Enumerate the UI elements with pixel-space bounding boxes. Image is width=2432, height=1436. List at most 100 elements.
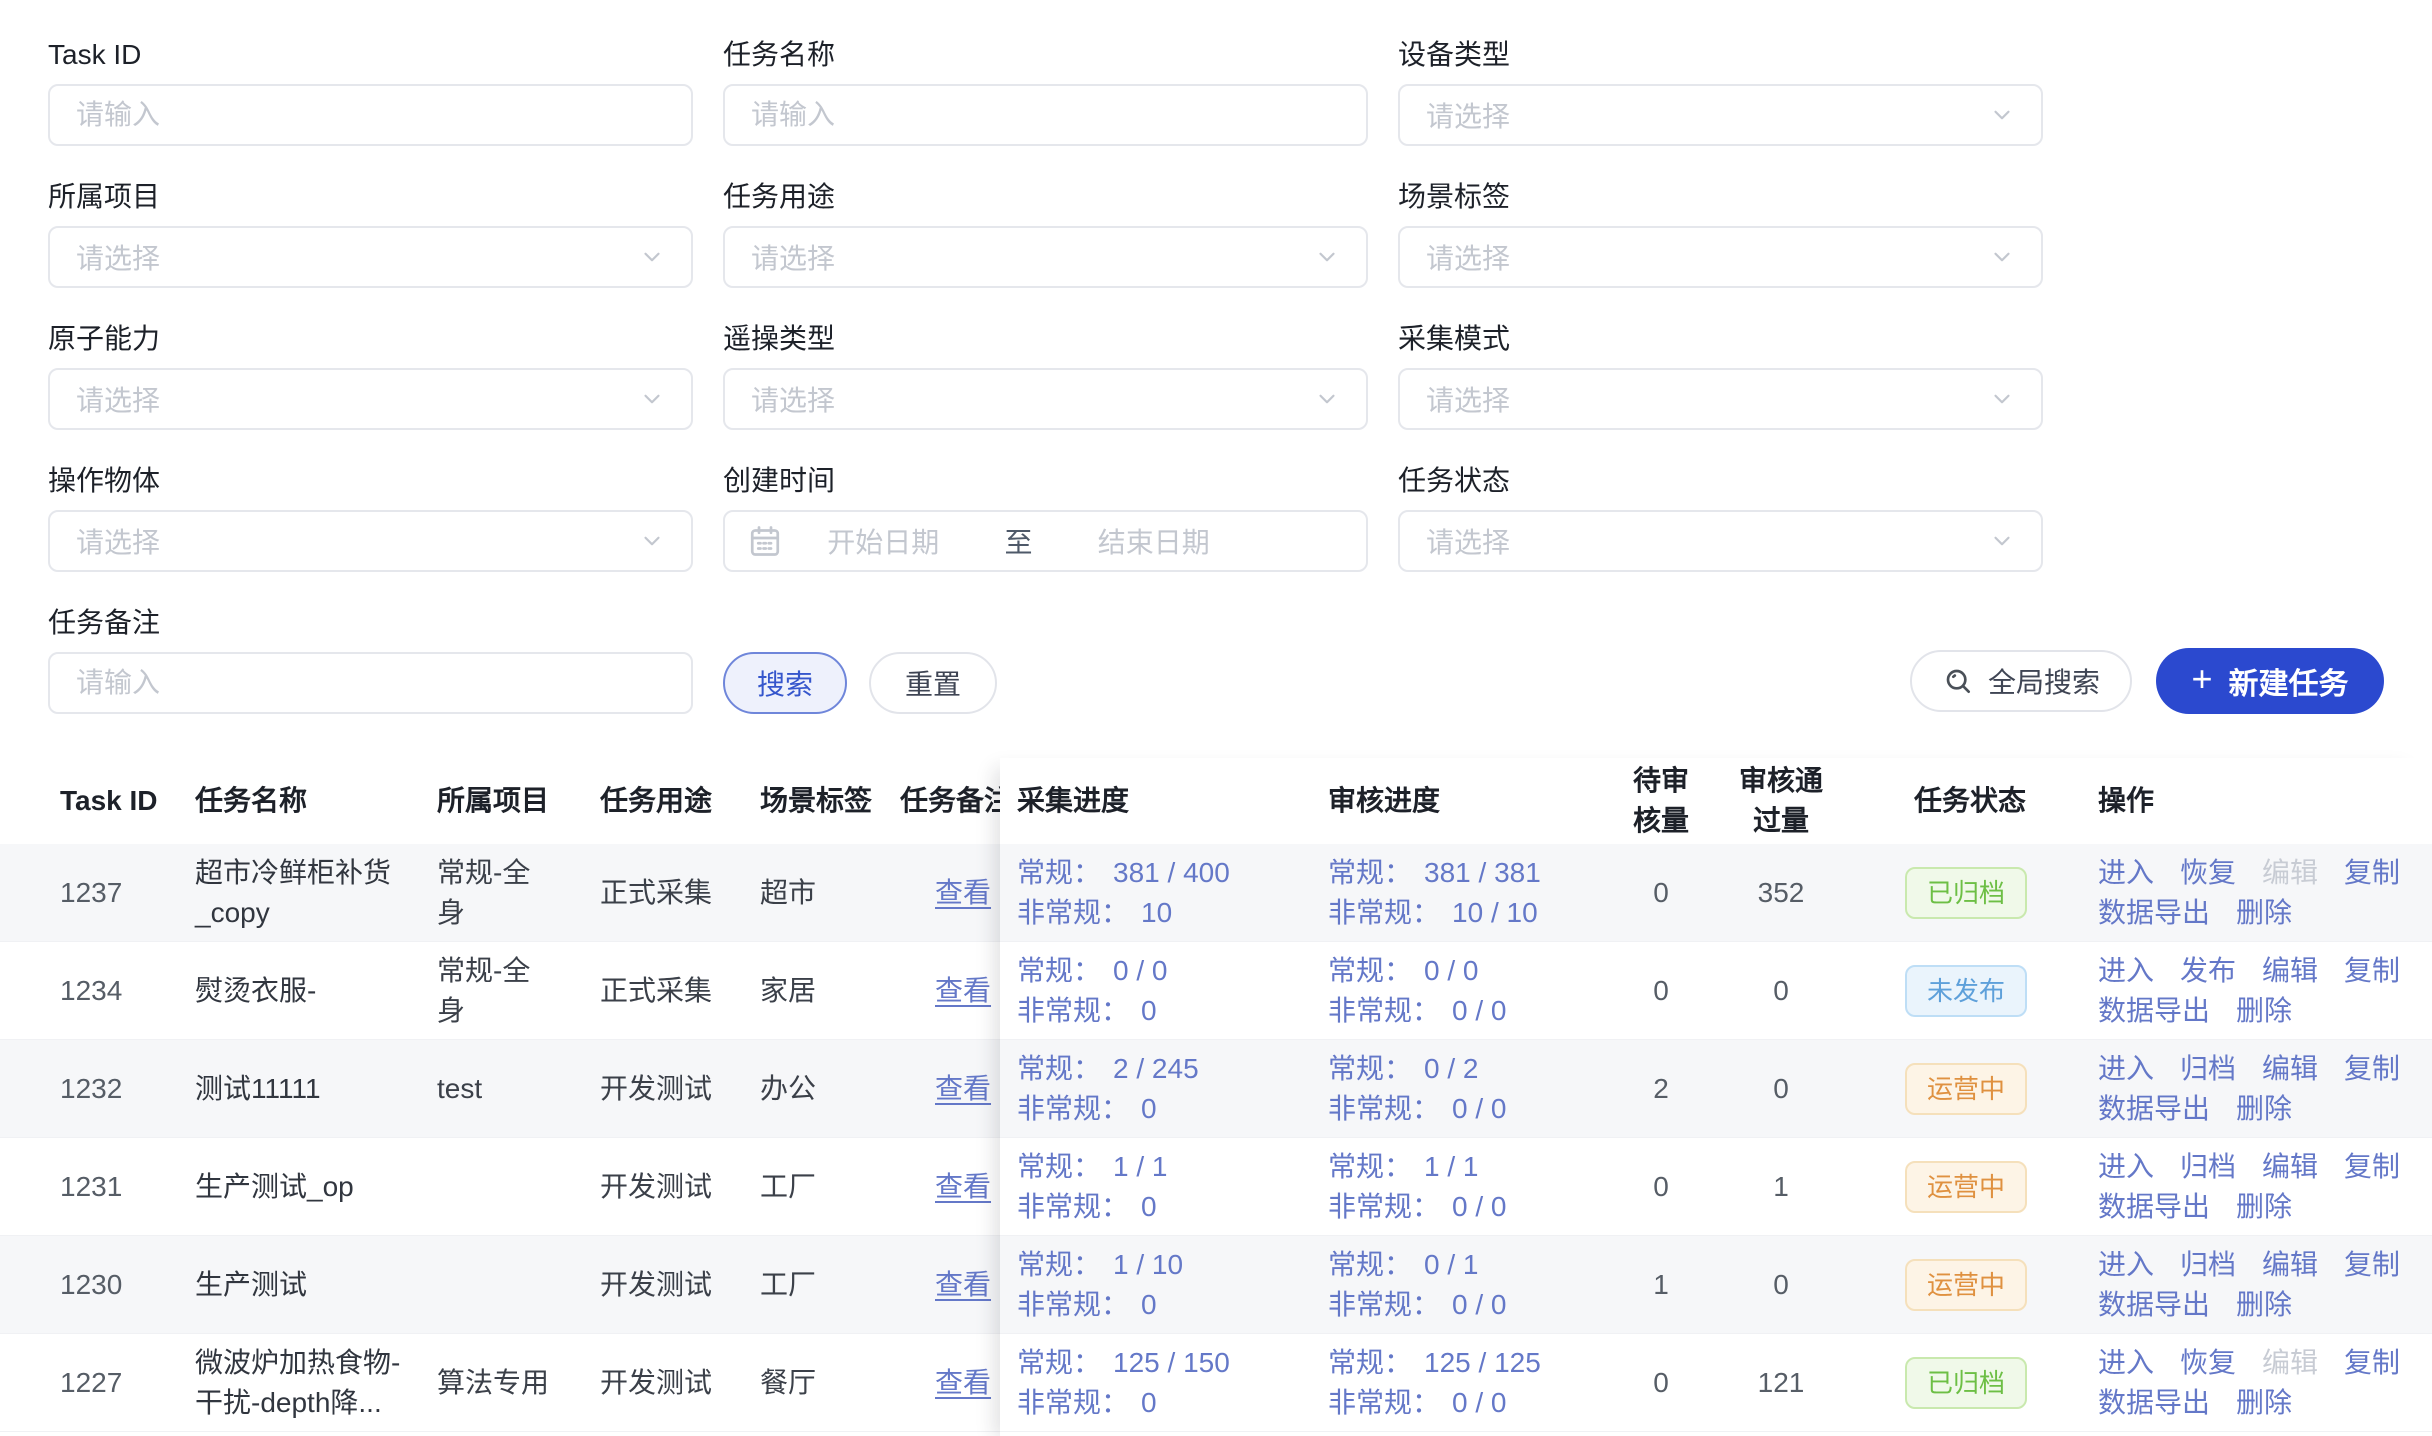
op-edit: 编辑 xyxy=(2262,853,2318,893)
op-restore[interactable]: 恢复 xyxy=(2180,853,2236,893)
header-task-id: Task ID xyxy=(60,781,190,821)
op-export[interactable]: 数据导出 xyxy=(2098,1187,2210,1227)
cell-operations: 进入 恢复 编辑 复制 数据导出 删除 xyxy=(2098,1343,2418,1423)
purpose-select[interactable]: 请选择 xyxy=(723,226,1368,288)
op-delete[interactable]: 删除 xyxy=(2236,1187,2292,1227)
op-copy[interactable]: 复制 xyxy=(2344,951,2400,991)
op-delete[interactable]: 删除 xyxy=(2236,893,2292,933)
cell-operations: 进入 归档 编辑 复制 数据导出 删除 xyxy=(2098,1245,2418,1325)
date-range-separator: 至 xyxy=(984,521,1054,561)
filter-object-label: 操作物体 xyxy=(48,466,693,496)
global-search-button[interactable]: 全局搜索 xyxy=(1910,650,2132,712)
chevron-down-icon xyxy=(1989,528,2015,554)
op-copy[interactable]: 复制 xyxy=(2344,1147,2400,1187)
op-enter[interactable]: 进入 xyxy=(2098,951,2154,991)
header-name: 任务名称 xyxy=(195,781,407,821)
cell-project: 算法专用 xyxy=(437,1363,555,1403)
task-table: Task ID 任务名称 所属项目 任务用途 场景标签 任务备注 1237 超市… xyxy=(0,758,2432,1436)
op-publish[interactable]: 发布 xyxy=(2180,951,2236,991)
cell-collect-progress: 常规：125 / 150 非常规：0 xyxy=(1017,1343,1317,1423)
filter-collect-mode: 采集模式 请选择 xyxy=(1398,324,2043,430)
project-select[interactable]: 请选择 xyxy=(48,226,693,288)
view-remark-link[interactable]: 查看 xyxy=(935,1171,991,1202)
device-type-select[interactable]: 请选择 xyxy=(1398,84,2043,146)
cell-purpose: 开发测试 xyxy=(600,1265,750,1305)
cell-approved-count: 352 xyxy=(1716,873,1846,913)
table-row: 常规：2 / 245 非常规：0 常规：0 / 2 非常规：0 / 0 2 0 … xyxy=(1000,1040,2432,1138)
op-edit: 编辑 xyxy=(2262,1343,2318,1383)
remark-input[interactable] xyxy=(48,652,693,714)
op-export[interactable]: 数据导出 xyxy=(2098,893,2210,933)
search-button[interactable]: 搜索 xyxy=(723,652,847,714)
op-enter[interactable]: 进入 xyxy=(2098,853,2154,893)
op-edit[interactable]: 编辑 xyxy=(2262,1049,2318,1089)
task-status-select[interactable]: 请选择 xyxy=(1398,510,2043,572)
cell-scene: 工厂 xyxy=(760,1167,895,1207)
filter-purpose: 任务用途 请选择 xyxy=(723,182,1368,288)
cell-project: 常规-全身 xyxy=(437,853,555,933)
teleop-type-select[interactable]: 请选择 xyxy=(723,368,1368,430)
view-remark-link[interactable]: 查看 xyxy=(935,877,991,908)
table-row: 1237 超市冷鲜柜补货_copy 常规-全身 正式采集 超市 查看 xyxy=(0,844,1000,942)
filter-teleop-type: 遥操类型 请选择 xyxy=(723,324,1368,430)
op-enter[interactable]: 进入 xyxy=(2098,1049,2154,1089)
header-purpose: 任务用途 xyxy=(600,781,750,821)
table-row: 常规：1 / 1 非常规：0 常规：1 / 1 非常规：0 / 0 0 1 运营… xyxy=(1000,1138,2432,1236)
filter-task-status: 任务状态 请选择 xyxy=(1398,466,2043,572)
task-name-input[interactable] xyxy=(723,84,1368,146)
table-row: 1231 生产测试_op 开发测试 工厂 查看 xyxy=(0,1138,1000,1236)
collect-mode-select[interactable]: 请选择 xyxy=(1398,368,2043,430)
op-export[interactable]: 数据导出 xyxy=(2098,1089,2210,1129)
op-export[interactable]: 数据导出 xyxy=(2098,1383,2210,1423)
filter-device-type: 设备类型 请选择 xyxy=(1398,40,2043,146)
reset-button[interactable]: 重置 xyxy=(869,652,997,714)
op-export[interactable]: 数据导出 xyxy=(2098,1285,2210,1325)
op-delete[interactable]: 删除 xyxy=(2236,1383,2292,1423)
op-delete[interactable]: 删除 xyxy=(2236,1089,2292,1129)
op-archive[interactable]: 归档 xyxy=(2180,1147,2236,1187)
object-select[interactable]: 请选择 xyxy=(48,510,693,572)
view-remark-link[interactable]: 查看 xyxy=(935,975,991,1006)
cell-scene: 工厂 xyxy=(760,1265,895,1305)
op-delete[interactable]: 删除 xyxy=(2236,1285,2292,1325)
op-enter[interactable]: 进入 xyxy=(2098,1245,2154,1285)
atomic-ability-select[interactable]: 请选择 xyxy=(48,368,693,430)
status-badge: 未发布 xyxy=(1905,965,2027,1017)
filter-device-type-label: 设备类型 xyxy=(1398,40,2043,70)
op-copy[interactable]: 复制 xyxy=(2344,1245,2400,1285)
start-date-input[interactable]: 开始日期 xyxy=(783,521,984,561)
scene-tag-select[interactable]: 请选择 xyxy=(1398,226,2043,288)
op-copy[interactable]: 复制 xyxy=(2344,1049,2400,1089)
op-restore[interactable]: 恢复 xyxy=(2180,1343,2236,1383)
op-archive[interactable]: 归档 xyxy=(2180,1245,2236,1285)
cell-task-id: 1232 xyxy=(60,1069,190,1109)
op-edit[interactable]: 编辑 xyxy=(2262,951,2318,991)
filter-atomic-ability-label: 原子能力 xyxy=(48,324,693,354)
new-task-button[interactable]: + 新建任务 xyxy=(2156,648,2384,714)
table-scroll-region[interactable]: Task ID 任务名称 所属项目 任务用途 场景标签 任务备注 1237 超市… xyxy=(0,758,1000,1436)
op-enter[interactable]: 进入 xyxy=(2098,1343,2154,1383)
op-archive[interactable]: 归档 xyxy=(2180,1049,2236,1089)
view-remark-link[interactable]: 查看 xyxy=(935,1367,991,1398)
view-remark-link[interactable]: 查看 xyxy=(935,1269,991,1300)
date-range-picker[interactable]: 开始日期 至 结束日期 xyxy=(723,510,1368,572)
op-copy[interactable]: 复制 xyxy=(2344,853,2400,893)
table-row: 1234 熨烫衣服- 常规-全身 正式采集 家居 查看 xyxy=(0,942,1000,1040)
table-header-right: 采集进度 审核进度 待审核量 审核通过量 任务状态 操作 xyxy=(1000,758,2432,844)
end-date-input[interactable]: 结束日期 xyxy=(1054,521,1255,561)
task-id-input[interactable] xyxy=(48,84,693,146)
table-fixed-region: 采集进度 审核进度 待审核量 审核通过量 任务状态 操作 常规：381 / 40… xyxy=(1000,758,2432,1436)
op-copy[interactable]: 复制 xyxy=(2344,1343,2400,1383)
op-enter[interactable]: 进入 xyxy=(2098,1147,2154,1187)
op-export[interactable]: 数据导出 xyxy=(2098,991,2210,1031)
chevron-down-icon xyxy=(639,244,665,270)
header-project: 所属项目 xyxy=(437,781,555,821)
cell-review-progress: 常规：381 / 381 非常规：10 / 10 xyxy=(1328,853,1628,933)
filter-panel: Task ID 任务名称 设备类型 请选择 所属项目 请选择 任务用途 请选择 xyxy=(0,0,2432,714)
filter-project: 所属项目 请选择 xyxy=(48,182,693,288)
view-remark-link[interactable]: 查看 xyxy=(935,1073,991,1104)
op-edit[interactable]: 编辑 xyxy=(2262,1245,2318,1285)
chevron-down-icon xyxy=(639,528,665,554)
op-edit[interactable]: 编辑 xyxy=(2262,1147,2318,1187)
op-delete[interactable]: 删除 xyxy=(2236,991,2292,1031)
